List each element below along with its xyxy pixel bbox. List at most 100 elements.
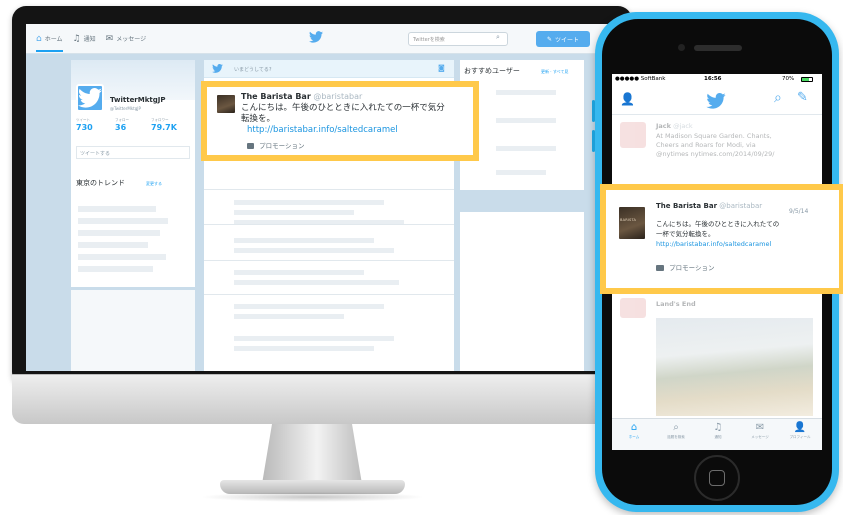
stat-followers[interactable]: フォロワー 79.7K: [151, 118, 177, 132]
promoted-tweet-desktop[interactable]: The Barista Bar @baristabar こんにちは。午後のひとと…: [201, 81, 479, 161]
tweet-placeholder: [234, 210, 354, 215]
promo-text-line: こんにちは。午後のひとときに入れたての: [656, 220, 780, 228]
nav-messages-label: メッセージ: [116, 36, 147, 43]
avatar[interactable]: [76, 84, 104, 112]
compose-icon[interactable]: ✎: [797, 90, 808, 105]
avatar: [620, 122, 646, 148]
tweet-placeholder: [234, 346, 374, 351]
stat-tweets-value: 730: [76, 123, 93, 132]
faded-tweet-name: Jack: [656, 122, 671, 130]
tweet-placeholder: [234, 280, 399, 285]
profile-icon: 👤: [793, 422, 807, 433]
earpiece-speaker: [694, 45, 742, 51]
tweet-button[interactable]: ✎ ツイート: [536, 31, 590, 47]
tab-home[interactable]: ⌂ ホーム: [614, 421, 654, 440]
nav-notifications[interactable]: ♫ 通知: [73, 34, 96, 44]
tweet-placeholder: [234, 238, 374, 243]
promoted-tweet-phone[interactable]: BARISTA The Barista Bar @baristabar 9/5/…: [600, 184, 843, 294]
tab-notifications[interactable]: ♫ 通知: [698, 421, 738, 440]
profile-compose-input[interactable]: ツイートする: [76, 146, 190, 159]
faded-tweet-text: At Madison Square Garden. Chants, Cheers…: [656, 132, 774, 159]
home-button-square: [709, 470, 725, 486]
who-to-follow-links[interactable]: 更新 · すべて見: [541, 69, 568, 75]
trend-placeholder: [78, 266, 153, 272]
twitter-bird-compose-icon: [212, 64, 223, 73]
tab-messages[interactable]: ✉ メッセージ: [740, 421, 780, 440]
user-placeholder: [496, 170, 546, 175]
faded-tweet-2-name: Land's End: [656, 300, 696, 308]
promoted-label-text: プロモーション: [669, 264, 715, 272]
nav-home[interactable]: ⌂ ホーム: [36, 34, 63, 52]
tab-discover-label: 話題を検索: [667, 435, 685, 439]
tab-profile[interactable]: 👤 プロフィール: [780, 421, 820, 440]
promo-name[interactable]: The Barista Bar: [241, 92, 311, 101]
tweet-placeholder: [234, 248, 394, 253]
twitter-bird-icon[interactable]: [309, 31, 323, 43]
carrier: ●●●●● SoftBank: [615, 76, 666, 82]
search-icon[interactable]: ⌕: [496, 33, 500, 42]
trends-card: [71, 172, 195, 287]
compose-icon: ✎: [546, 35, 552, 43]
tab-profile-label: プロフィール: [789, 435, 811, 439]
stat-following[interactable]: フォロー 36: [115, 118, 129, 132]
promo-link[interactable]: http://baristabar.info/saltedcaramel: [656, 240, 771, 248]
envelope-icon: ✉: [755, 422, 765, 433]
tweet-photo[interactable]: [656, 318, 813, 416]
faded-tweet-handle: @jack: [673, 122, 693, 130]
compose-placeholder[interactable]: いまどうしてる?: [234, 66, 272, 73]
promo-link[interactable]: http://baristabar.info/saltedcaramel: [247, 125, 398, 135]
barista-thumbnail: BARISTA: [619, 207, 645, 239]
clock: 16:56: [704, 76, 722, 82]
tweet-placeholder: [234, 304, 384, 309]
profile-name[interactable]: TwitterMktgJP: [110, 96, 165, 104]
promo-handle[interactable]: @baristabar: [719, 202, 762, 210]
tweet-placeholder: [234, 270, 364, 275]
home-icon: ⌂: [630, 422, 638, 433]
tab-home-label: ホーム: [628, 435, 640, 439]
volume-button: [592, 100, 595, 122]
tab-discover[interactable]: ⌕ 話題を検索: [656, 421, 696, 440]
promoted-label: プロモーション: [247, 140, 304, 150]
thumbnail-text: BARISTA: [620, 218, 637, 222]
tab-notifications-label: 通知: [714, 435, 722, 439]
lower-left-card: [71, 290, 195, 371]
promoted-label-text: プロモーション: [259, 142, 305, 150]
trends-title: 東京のトレンド: [76, 179, 125, 187]
imac-chin: [12, 374, 632, 424]
twitter-bird-icon: [706, 93, 726, 109]
tweet-placeholder: [234, 336, 394, 341]
battery-percent: 70%: [782, 76, 795, 82]
faded-tweet-2[interactable]: Land's End: [612, 296, 822, 318]
trends-change-link[interactable]: 変更する: [146, 181, 162, 187]
divider: [204, 224, 454, 225]
phone-nav-bar: 👤 ⌕ ✎: [612, 85, 822, 115]
phone-tab-bar: ⌂ ホーム ⌕ 話題を検索 ♫ 通知 ✉ メッセージ 👤 プロフィール: [612, 418, 822, 450]
stat-tweets[interactable]: ツイート 730: [76, 118, 93, 132]
avatar: [620, 298, 646, 318]
bell-icon: ♫: [713, 422, 723, 433]
nav-home-label: ホーム: [44, 36, 63, 43]
nav-messages[interactable]: ✉ メッセージ: [106, 34, 146, 44]
divider: [204, 189, 454, 190]
home-icon: ⌂: [36, 33, 42, 44]
stat-following-value: 36: [115, 123, 127, 132]
promo-name[interactable]: The Barista Bar: [656, 202, 717, 210]
faded-tweet-line: At Madison Square Garden. Chants,: [656, 132, 772, 140]
add-user-icon[interactable]: 👤: [620, 92, 635, 106]
trend-placeholder: [78, 206, 156, 212]
promo-header: The Barista Bar @baristabar: [241, 92, 362, 101]
promo-text: こんにちは。午後のひとときに入れたての一杯で気分転換を。: [241, 103, 445, 124]
user-placeholder: [496, 90, 556, 95]
trend-placeholder: [78, 254, 166, 260]
search-input[interactable]: Twitterを検索: [408, 32, 508, 46]
promoted-icon: [656, 265, 664, 271]
front-camera: [678, 44, 685, 51]
faded-tweet[interactable]: Jack @jack At Madison Square Garden. Cha…: [612, 118, 822, 180]
promo-handle[interactable]: @baristabar: [313, 92, 362, 101]
imac-shadow: [200, 492, 425, 502]
search-icon[interactable]: ⌕: [774, 90, 782, 106]
promoted-label: プロモーション: [656, 262, 714, 272]
divider: [204, 260, 454, 261]
camera-icon[interactable]: ◙: [438, 64, 445, 72]
barista-thumbnail: [217, 95, 235, 113]
